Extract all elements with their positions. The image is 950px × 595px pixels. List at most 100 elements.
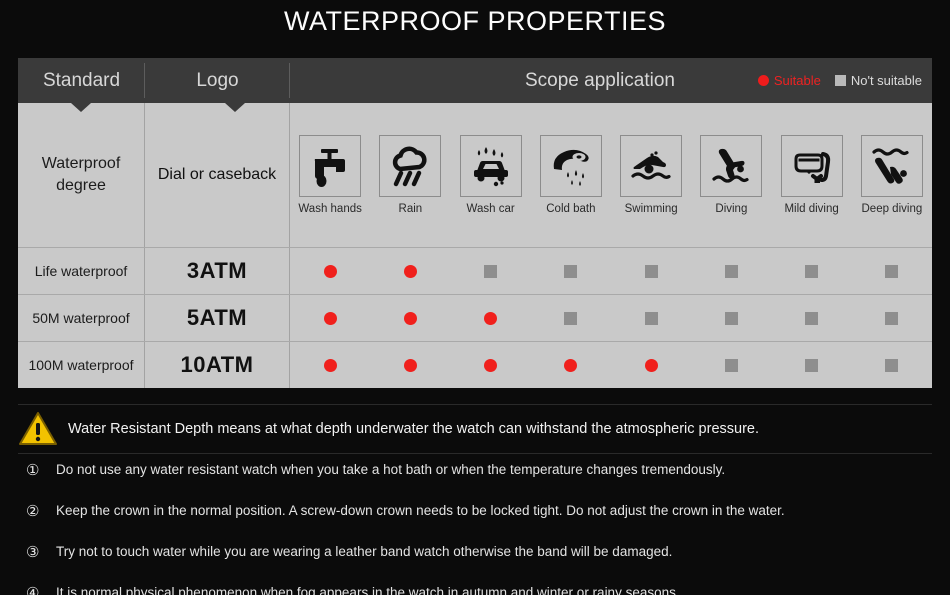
- row-logo-cell: 10ATM: [145, 342, 290, 388]
- legend-not-suitable: No't suitable: [834, 73, 922, 88]
- suitable-dot-icon: [564, 358, 578, 372]
- waterproof-table: Standard Logo Scope application Suitable: [18, 58, 932, 388]
- activity-label: Wash car: [466, 203, 515, 215]
- header-standard-label: Standard: [42, 69, 121, 91]
- mark-cell: [611, 342, 691, 388]
- suitable-dot-icon: [323, 311, 337, 325]
- row-standard-cell: 50M waterproof: [18, 295, 145, 341]
- not-suitable-square-icon: [564, 264, 578, 278]
- mark-cell: [772, 248, 852, 294]
- activity-diving: Diving: [691, 103, 771, 247]
- header-scope: Scope application Suitable No't suitable: [290, 58, 932, 103]
- not-suitable-square-icon: [724, 358, 738, 372]
- not-suitable-square-icon: [724, 311, 738, 325]
- header-logo-label: Logo: [196, 69, 239, 91]
- not-suitable-square-icon: [805, 311, 819, 325]
- header-scope-label: Scope application: [525, 69, 675, 91]
- notes-list: ① Do not use any water resistant watch w…: [26, 462, 926, 595]
- list-item-number: ③: [26, 544, 40, 561]
- row-standard-cell: 100M waterproof: [18, 342, 145, 388]
- not-suitable-square-icon: [885, 358, 899, 372]
- notice-text: Water Resistant Depth means at what dept…: [68, 421, 759, 437]
- mark-cell: [852, 342, 932, 388]
- list-item-text: Do not use any water resistant watch whe…: [56, 462, 726, 477]
- subheader-standard-cell: Waterproof degree: [18, 103, 145, 247]
- row-logo-cell: 3ATM: [145, 248, 290, 294]
- mark-cell: [290, 295, 370, 341]
- header-logo: Logo: [145, 58, 290, 103]
- mark-cell: [531, 342, 611, 388]
- legend-suitable: Suitable: [757, 73, 821, 88]
- notice-banner: Water Resistant Depth means at what dept…: [18, 404, 932, 454]
- mark-cell: [290, 342, 370, 388]
- list-item: ② Keep the crown in the normal position.…: [26, 503, 926, 531]
- rain-cloud-icon: [379, 135, 442, 197]
- activity-wash-hands: Wash hands: [290, 103, 370, 247]
- activity-mild-diving: Mild diving: [772, 103, 852, 247]
- legend: Suitable No't suitable: [757, 73, 922, 88]
- activity-label: Mild diving: [784, 203, 839, 215]
- mark-cell: [691, 342, 771, 388]
- table-row: 100M waterproof 10ATM: [18, 341, 932, 388]
- not-suitable-square-icon: [724, 264, 738, 278]
- shower-head-icon: [539, 135, 602, 197]
- table-subheader-row: Waterproof degree Dial or caseback Wash …: [18, 103, 932, 247]
- suitable-dot-icon: [403, 311, 417, 325]
- suitable-dot-icon: [323, 358, 337, 372]
- activity-label: Deep diving: [861, 203, 923, 215]
- mark-cell: [531, 248, 611, 294]
- suitable-dot-icon: [484, 358, 498, 372]
- mark-cell: [290, 248, 370, 294]
- row-marks: [290, 295, 932, 341]
- activity-deep-diving: Deep diving: [852, 103, 932, 247]
- mark-cell: [370, 248, 450, 294]
- subheader-standard-label: Waterproof degree: [41, 155, 121, 194]
- deep-diver-icon: [860, 135, 923, 197]
- not-suitable-square-icon: [484, 264, 498, 278]
- activity-label: Rain: [398, 203, 423, 215]
- list-item: ④ It is normal physical phenomenon when …: [26, 585, 926, 595]
- suitable-dot-icon: [403, 358, 417, 372]
- warning-triangle-icon: [19, 412, 57, 445]
- list-item: ① Do not use any water resistant watch w…: [26, 462, 926, 490]
- suitable-dot-icon: [757, 75, 769, 86]
- list-item-number: ①: [26, 462, 40, 479]
- activity-label: Cold bath: [546, 203, 596, 215]
- list-item-number: ④: [26, 585, 40, 595]
- row-logo-cell: 5ATM: [145, 295, 290, 341]
- mark-cell: [772, 342, 852, 388]
- suitable-dot-icon: [484, 311, 498, 325]
- subheader-logo-label: Dial or caseback: [157, 166, 277, 183]
- not-suitable-square-icon: [805, 264, 819, 278]
- table-row: 50M waterproof 5ATM: [18, 294, 932, 341]
- row-standard-cell: Life waterproof: [18, 248, 145, 294]
- suitable-dot-icon: [403, 264, 417, 278]
- mark-cell: [852, 248, 932, 294]
- activity-label: Wash hands: [298, 203, 362, 215]
- table-body: Waterproof degree Dial or caseback Wash …: [18, 103, 932, 388]
- mark-cell: [611, 295, 691, 341]
- not-suitable-square-icon: [834, 75, 846, 86]
- mark-cell: [370, 295, 450, 341]
- mark-cell: [451, 342, 531, 388]
- not-suitable-square-icon: [885, 264, 899, 278]
- activity-label: Swimming: [624, 203, 678, 215]
- activity-wash-car: Wash car: [451, 103, 531, 247]
- table-header-bar: Standard Logo Scope application Suitable: [18, 58, 932, 112]
- mark-cell: [370, 342, 450, 388]
- activity-rain: Rain: [370, 103, 450, 247]
- not-suitable-square-icon: [644, 264, 658, 278]
- diver-icon: [700, 135, 763, 197]
- activity-cold-bath: Cold bath: [531, 103, 611, 247]
- car-wash-icon: [459, 135, 522, 197]
- legend-suitable-label: Suitable: [773, 73, 821, 88]
- mark-cell: [772, 295, 852, 341]
- suitable-dot-icon: [323, 264, 337, 278]
- activity-swimming: Swimming: [611, 103, 691, 247]
- mark-cell: [852, 295, 932, 341]
- activity-label: Diving: [715, 203, 748, 215]
- activity-icons-row: Wash hands Rain Wash car Cold bath Swimm…: [290, 103, 932, 247]
- not-suitable-square-icon: [644, 311, 658, 325]
- table-row: Life waterproof 3ATM: [18, 247, 932, 294]
- list-item-text: Keep the crown in the normal position. A…: [56, 503, 785, 518]
